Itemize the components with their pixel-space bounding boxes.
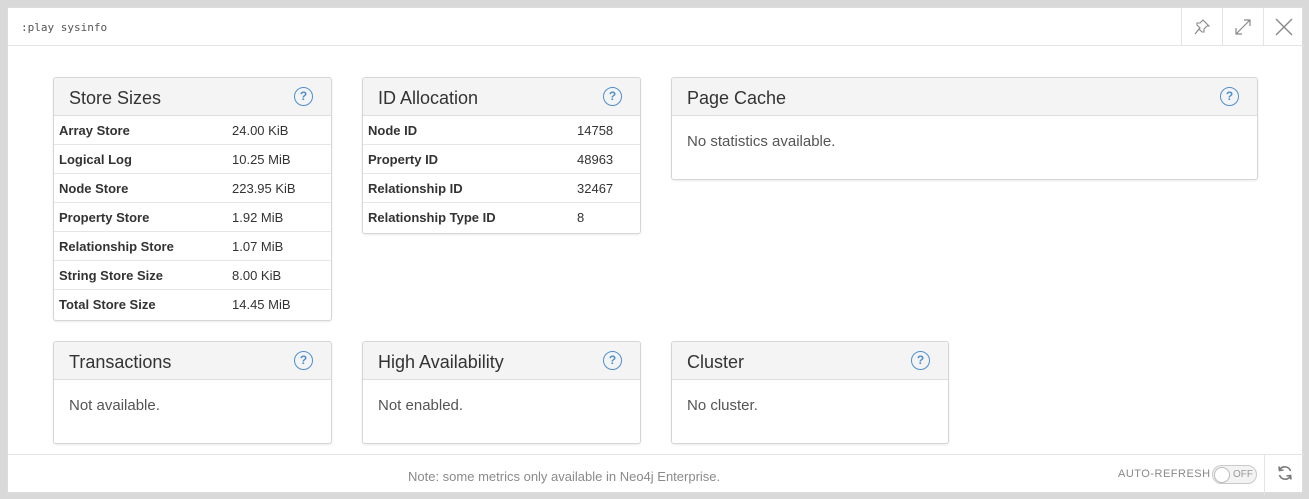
row-value: 223.95 KiB [232,181,296,196]
table-row: Logical Log 10.25 MiB [54,145,331,174]
table-row: Total Store Size 14.45 MiB [54,290,331,319]
page-cache-panel: Page Cache ? No statistics available. [671,77,1258,180]
row-value: 8 [577,210,585,225]
panel-message: Not enabled. [378,397,464,414]
row-value: 1.07 MiB [232,239,284,254]
auto-refresh-toggle[interactable]: OFF [1212,465,1257,484]
high-availability-panel: High Availability ? Not enabled. [362,341,641,444]
help-icon[interactable]: ? [603,87,622,106]
help-icon[interactable]: ? [911,351,930,370]
cluster-panel: Cluster ? No cluster. [671,341,949,444]
auto-refresh-label: AUTO-REFRESH [1118,468,1211,480]
store-sizes-panel: Store Sizes ? Array Store 24.00 KiB Logic… [53,77,332,321]
table-row: String Store Size 8.00 KiB [54,261,331,290]
row-label: Property Store [59,210,150,225]
row-value: 24.00 KiB [232,123,289,138]
row-label: Relationship Store [59,239,174,254]
table-row: Array Store 24.00 KiB [54,116,331,145]
panel-header: High Availability ? [363,342,640,380]
help-icon[interactable]: ? [294,351,313,370]
row-label: Relationship ID [368,181,463,196]
panel-title: Cluster [687,352,745,372]
panel-message: Not available. [69,397,160,414]
panel-header: ID Allocation ? [363,78,640,116]
row-label: String Store Size [59,268,164,283]
row-label: Node Store [59,181,129,196]
help-icon[interactable]: ? [294,87,313,106]
row-label: Relationship Type ID [368,210,496,225]
row-value: 14.45 MiB [232,297,291,312]
row-value: 1.92 MiB [232,210,284,225]
sysinfo-content: Store Sizes ? Array Store 24.00 KiB Logic… [8,46,1304,454]
pin-button[interactable] [1181,8,1221,46]
panel-title: ID Allocation [378,88,479,108]
row-value: 48963 [577,152,614,167]
toggle-state: OFF [1233,469,1253,480]
panel-title: Page Cache [687,88,787,108]
id-allocation-panel: ID Allocation ? Node ID 14758 Property ID… [362,77,641,234]
panel-title: Store Sizes [69,88,162,108]
table-row: Relationship ID 32467 [363,174,640,203]
table-row: Node ID 14758 [363,116,640,145]
frame-header: :play sysinfo [8,8,1304,46]
expand-icon [1234,19,1251,35]
sysinfo-frame: :play sysinfo Store Sizes ? Array Store 2… [7,7,1304,495]
close-icon [1275,18,1293,36]
panel-header: Cluster ? [672,342,948,380]
table-row: Node Store 223.95 KiB [54,174,331,203]
toggle-knob [1214,467,1230,483]
row-value: 14758 [577,123,614,138]
panel-message: No statistics available. [687,133,836,150]
command-text[interactable]: :play sysinfo [21,21,107,34]
row-value: 32467 [577,181,614,196]
help-icon[interactable]: ? [603,351,622,370]
table-row: Property Store 1.92 MiB [54,203,331,232]
help-icon[interactable]: ? [1220,87,1239,106]
pin-icon [1194,19,1210,35]
row-value: 8.00 KiB [232,268,282,283]
row-label: Array Store [59,123,130,138]
row-label: Node ID [368,123,418,138]
refresh-button[interactable] [1264,455,1304,495]
table-row: Property ID 48963 [363,145,640,174]
panel-header: Store Sizes ? [54,78,331,116]
row-label: Property ID [368,152,439,167]
footer-note: Note: some metrics only available in Neo… [408,469,721,484]
row-label: Logical Log [59,152,132,167]
row-label: Total Store Size [59,297,156,312]
refresh-icon [1277,465,1293,486]
table-row: Relationship Type ID 8 [363,203,640,232]
table-row: Relationship Store 1.07 MiB [54,232,331,261]
expand-button[interactable] [1222,8,1262,46]
close-button[interactable] [1263,8,1303,46]
panel-header: Page Cache ? [672,78,1257,116]
panel-title: Transactions [69,352,172,372]
transactions-panel: Transactions ? Not available. [53,341,332,444]
panel-title: High Availability [378,352,504,372]
panel-header: Transactions ? [54,342,331,380]
frame-footer: Note: some metrics only available in Neo… [8,454,1304,495]
panel-message: No cluster. [687,397,758,414]
row-value: 10.25 MiB [232,152,291,167]
